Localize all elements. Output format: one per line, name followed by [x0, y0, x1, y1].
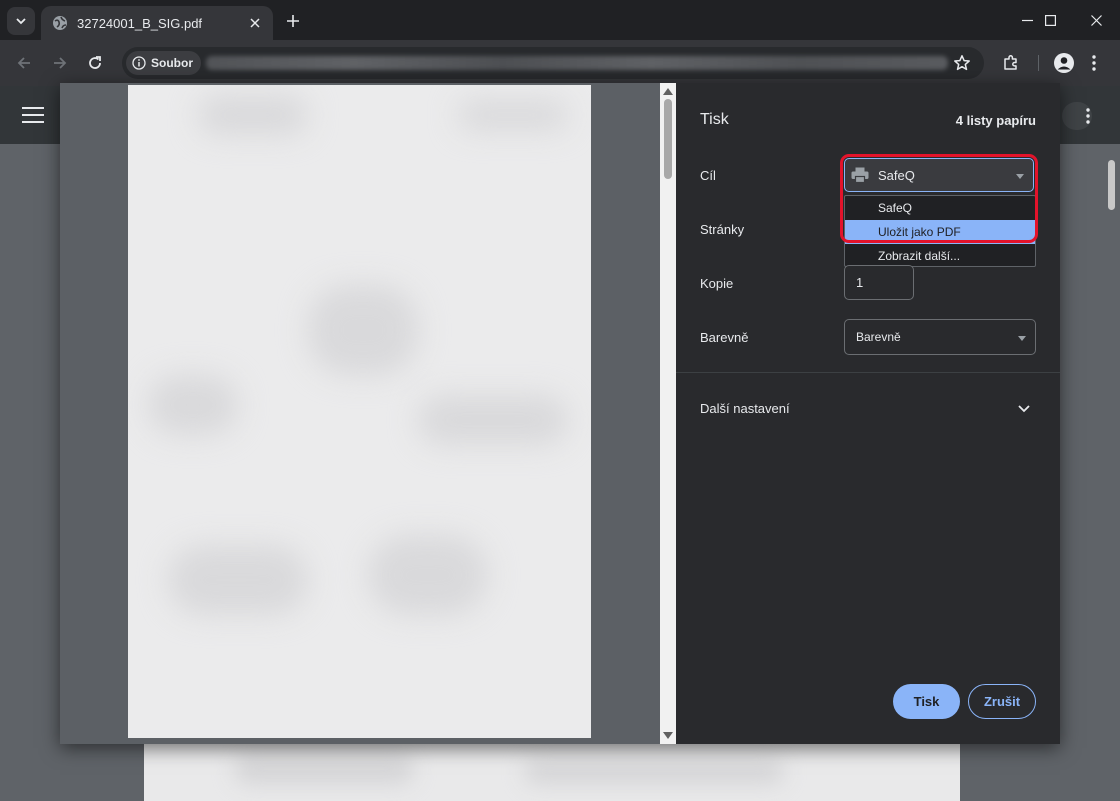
destination-value: SafeQ: [878, 167, 915, 183]
scrollbar-thumb[interactable]: [664, 99, 672, 179]
arrow-left-icon: [17, 57, 30, 69]
extensions-button[interactable]: [997, 49, 1025, 77]
star-icon: [954, 55, 970, 71]
tab-close-button[interactable]: [245, 13, 265, 33]
preview-scrollbar[interactable]: [660, 83, 676, 744]
profile-button[interactable]: [1050, 49, 1078, 77]
dropdown-caret-icon: [1016, 174, 1024, 179]
color-select[interactable]: Barevně: [844, 319, 1036, 355]
info-icon: [132, 56, 146, 70]
color-label: Barevně: [700, 330, 749, 345]
copies-input[interactable]: [844, 265, 914, 300]
puzzle-icon: [1004, 55, 1017, 70]
kebab-menu-icon: [1086, 108, 1090, 124]
close-icon: [1090, 14, 1102, 26]
browser-menu-button[interactable]: [1080, 49, 1108, 77]
back-button[interactable]: [10, 49, 38, 77]
forward-button[interactable]: [46, 49, 74, 77]
tab-search-button[interactable]: [7, 7, 35, 35]
kebab-menu-icon: [1092, 55, 1096, 71]
scroll-down-arrow-icon[interactable]: [663, 732, 673, 739]
tab-title: 32724001_B_SIG.pdf: [77, 15, 203, 31]
print-dialog-title: Tisk: [700, 111, 729, 128]
toolbar-separator: [1038, 55, 1039, 71]
chevron-down-icon: [1018, 405, 1030, 413]
scroll-up-arrow-icon[interactable]: [663, 88, 673, 95]
preview-page-blurred: [128, 85, 591, 738]
close-icon: [250, 18, 260, 28]
browser-tab[interactable]: 32724001_B_SIG.pdf: [41, 6, 273, 40]
destination-option-safeq[interactable]: SafeQ: [845, 196, 1035, 220]
hamburger-menu-icon[interactable]: [22, 107, 44, 125]
sheet-count: 4 listy papíru: [955, 113, 1036, 128]
print-button[interactable]: Tisk: [893, 684, 960, 719]
print-settings-panel: Tisk 4 listy papíru Cíl SafeQ Stránky Sa…: [676, 83, 1060, 744]
cancel-button[interactable]: Zrušit: [968, 684, 1036, 719]
pdf-menu-button[interactable]: [1078, 105, 1098, 127]
dropdown-caret-icon: [1018, 336, 1026, 341]
printer-icon: [851, 167, 869, 183]
maximize-icon: [1044, 14, 1056, 26]
destination-select[interactable]: SafeQ: [844, 158, 1034, 192]
settings-divider: [676, 372, 1060, 373]
destination-dropdown-list: SafeQ Uložit jako PDF Zobrazit další...: [844, 195, 1036, 267]
more-settings-label: Další nastavení: [700, 401, 790, 416]
pages-label: Stránky: [700, 222, 745, 237]
destination-option-save-as-pdf[interactable]: Uložit jako PDF: [845, 220, 1035, 244]
arrow-right-icon: [54, 57, 67, 69]
print-dialog: Tisk 4 listy papíru Cíl SafeQ Stránky Sa…: [60, 83, 1060, 744]
maximize-button[interactable]: [1027, 0, 1073, 40]
chevron-down-icon: [16, 18, 26, 25]
color-select-value: Barevně: [856, 330, 901, 344]
bookmark-button[interactable]: [952, 53, 972, 73]
window-close-button[interactable]: [1073, 0, 1119, 40]
new-tab-button[interactable]: [280, 8, 306, 34]
plus-icon: [287, 15, 299, 27]
print-preview: [60, 83, 660, 744]
avatar-icon: [1054, 53, 1074, 73]
url-text-blurred: [206, 56, 948, 70]
browser-toolbar: Soubor: [0, 40, 1120, 86]
reload-icon: [89, 56, 101, 69]
copies-label: Kopie: [700, 276, 734, 291]
site-chip-label: Soubor: [151, 56, 193, 70]
pdf-scrollbar[interactable]: [1104, 144, 1118, 801]
scrollbar-thumb[interactable]: [1108, 160, 1115, 210]
pdf-page-blurred: [144, 744, 960, 801]
site-info-chip[interactable]: Soubor: [126, 51, 201, 75]
reload-button[interactable]: [81, 49, 109, 77]
address-bar[interactable]: Soubor: [122, 47, 984, 79]
destination-label: Cíl: [700, 168, 716, 183]
globe-icon: [52, 15, 68, 31]
more-settings-toggle[interactable]: Další nastavení: [676, 388, 1060, 428]
tab-strip: 32724001_B_SIG.pdf: [0, 0, 1120, 40]
